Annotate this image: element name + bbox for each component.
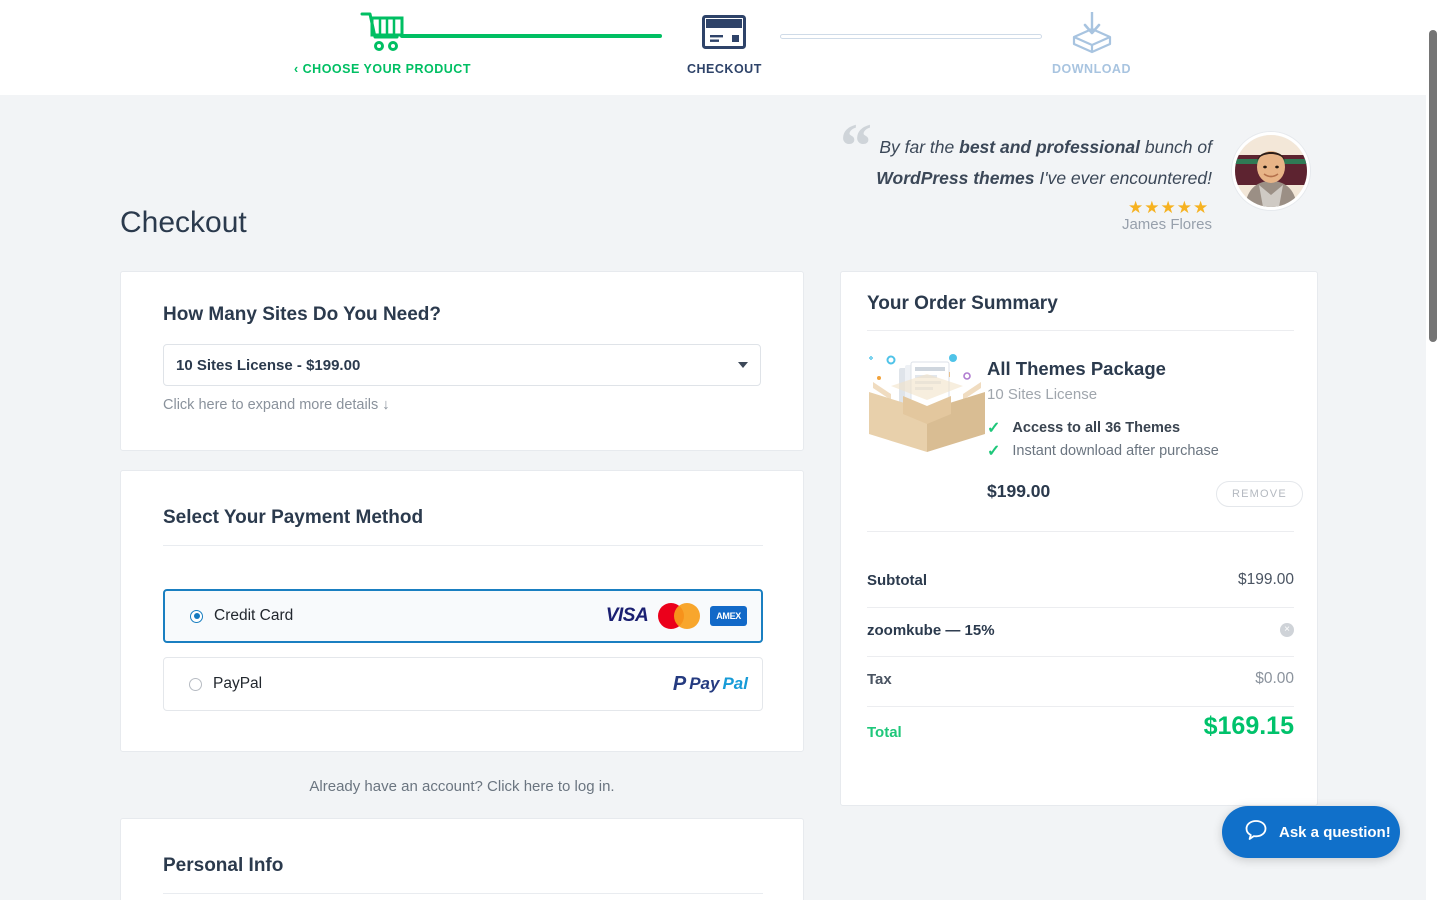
personal-info-card: Personal Info: [120, 818, 804, 900]
chevron-down-icon: [738, 362, 748, 368]
quote-mark-icon: “: [840, 110, 872, 181]
amex-icon: AMEX: [710, 606, 747, 626]
personal-info-title: Personal Info: [163, 855, 284, 876]
quote-segment-3: I've ever encountered!: [1034, 168, 1212, 188]
tax-label: Tax: [867, 671, 892, 688]
progress-connector-upcoming: [780, 34, 1042, 39]
sites-card-title: How Many Sites Do You Need?: [163, 304, 442, 325]
scrollbar-track[interactable]: [1426, 0, 1440, 900]
ask-a-question-button[interactable]: Ask a question!: [1222, 806, 1400, 858]
checkout-page: ‹ CHOOSE YOUR PRODUCT CHECKOUT DOWNLOAD …: [0, 0, 1440, 900]
chat-bubble-icon: [1244, 818, 1268, 847]
order-summary-title: Your Order Summary: [867, 293, 1058, 314]
expand-details-link[interactable]: Click here to expand more details ↓: [163, 397, 389, 413]
paypal-mark-glyph: P: [672, 673, 687, 695]
sites-license-select[interactable]: 10 Sites License - $199.00: [163, 344, 761, 386]
paypal-word-pal: Pal: [722, 674, 748, 693]
total-value: $169.15: [1203, 712, 1294, 740]
product-feature-item: ✓ Instant download after purchase: [987, 441, 1219, 461]
testimonial-quote: By far the best and professional bunch o…: [874, 132, 1212, 194]
product-price: $199.00: [987, 481, 1051, 501]
ask-a-question-label: Ask a question!: [1279, 823, 1391, 841]
visa-icon: VISA: [605, 605, 649, 626]
radio-paypal[interactable]: [189, 677, 202, 691]
step-checkout[interactable]: CHECKOUT: [687, 8, 762, 76]
step-label-choose-product: ‹ CHOOSE YOUR PRODUCT: [294, 62, 471, 76]
remove-coupon-icon[interactable]: ×: [1280, 623, 1294, 637]
credit-card-brand-logos: VISA AMEX: [606, 603, 747, 629]
divider: [163, 545, 763, 546]
scrollbar-thumb[interactable]: [1429, 30, 1437, 342]
product-feature-label: Instant download after purchase: [1012, 443, 1219, 459]
product-feature-label: Access to all 36 Themes: [1012, 420, 1181, 436]
subtotal-value: $199.00: [1237, 571, 1294, 588]
divider: [867, 330, 1294, 331]
avatar: [1232, 132, 1310, 210]
check-icon: ✓: [987, 420, 1001, 437]
summary-row-coupon: zoomkube — 15% ×: [867, 607, 1294, 657]
page-title: Checkout: [120, 206, 247, 239]
payment-option-paypal[interactable]: PayPal P Pay Pal: [163, 657, 763, 711]
summary-row-total: Total $169.15: [867, 706, 1294, 756]
summary-row-subtotal: Subtotal $199.00: [867, 557, 1294, 607]
login-prompt[interactable]: Already have an account? Click here to l…: [120, 778, 804, 795]
radio-credit-card[interactable]: [190, 609, 203, 623]
payment-option-credit-card[interactable]: Credit Card VISA AMEX: [163, 589, 763, 643]
payment-method-card: Select Your Payment Method Credit Card V…: [120, 470, 804, 752]
paypal-brand-logo: P Pay Pal: [673, 674, 748, 694]
divider: [163, 893, 763, 894]
product-box-illustration: [863, 348, 991, 458]
payment-card-title: Select Your Payment Method: [163, 507, 424, 528]
summary-row-tax: Tax $0.00: [867, 656, 1294, 706]
product-name: All Themes Package: [987, 358, 1166, 379]
payment-option-label-paypal: PayPal: [213, 675, 263, 692]
checkout-progress-header: ‹ CHOOSE YOUR PRODUCT CHECKOUT DOWNLOAD: [0, 0, 1432, 95]
shopping-cart-icon: [359, 8, 405, 56]
quote-segment-2: bunch of: [1140, 137, 1212, 157]
sites-license-card: How Many Sites Do You Need? 10 Sites Lic…: [120, 271, 804, 451]
subtotal-label: Subtotal: [867, 572, 927, 589]
testimonial-star-rating: ★★★★★: [1128, 198, 1210, 217]
tax-value: $0.00: [1255, 670, 1294, 687]
payment-option-label-credit-card: Credit Card: [214, 607, 294, 624]
credit-card-icon: [702, 8, 747, 56]
order-summary-card: Your Order Summary All Themes Package 10…: [840, 271, 1318, 806]
step-download[interactable]: DOWNLOAD: [1052, 8, 1131, 76]
paypal-icon: P Pay Pal: [673, 674, 748, 694]
mastercard-icon: [658, 603, 701, 629]
divider: [867, 531, 1294, 532]
remove-product-button[interactable]: REMOVE: [1216, 481, 1303, 507]
step-label-download: DOWNLOAD: [1052, 62, 1131, 76]
step-choose-your-product[interactable]: ‹ CHOOSE YOUR PRODUCT: [294, 8, 471, 76]
quote-bold-2: WordPress themes: [876, 168, 1035, 188]
paypal-word-pay: Pay: [689, 674, 720, 693]
check-icon: ✓: [987, 443, 1001, 460]
quote-segment-1: By far the: [879, 137, 960, 157]
coupon-label: zoomkube — 15%: [867, 622, 995, 639]
product-feature-item: ✓ Access to all 36 Themes: [987, 418, 1180, 438]
quote-bold-1: best and professional: [959, 137, 1140, 157]
download-box-icon: [1069, 8, 1115, 56]
product-license-subtitle: 10 Sites License: [987, 386, 1098, 403]
step-label-checkout: CHECKOUT: [687, 62, 762, 76]
testimonial-author: James Flores: [1121, 216, 1212, 233]
total-label: Total: [867, 724, 902, 741]
sites-license-selected-value: 10 Sites License - $199.00: [176, 356, 361, 374]
